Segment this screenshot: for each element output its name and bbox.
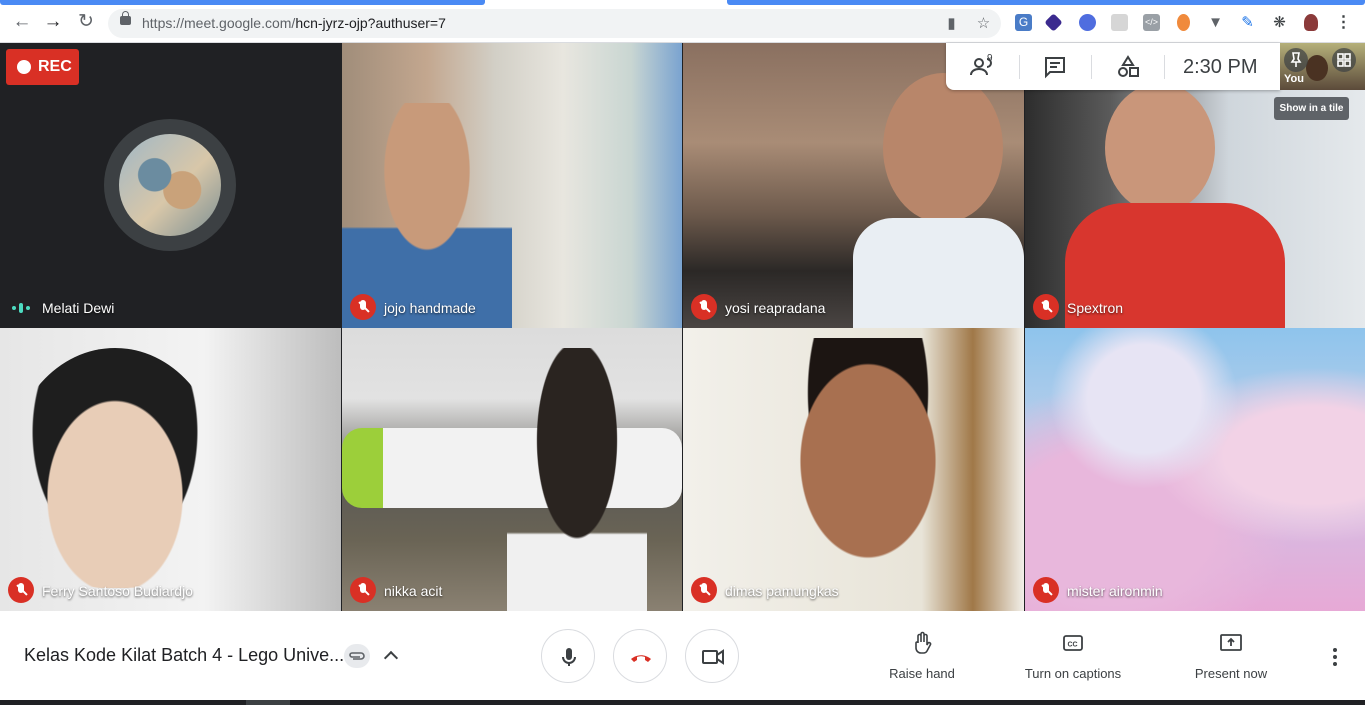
shapes-icon (1118, 55, 1139, 77)
activities-button[interactable] (1115, 55, 1141, 79)
speaking-indicator-icon (12, 303, 32, 313)
address-bar[interactable]: https://meet.google.com/hcn-jyrz-ojp?aut… (108, 9, 1001, 38)
recording-badge: REC (6, 49, 79, 85)
camera-in-use-icon[interactable]: ▮ (943, 15, 960, 32)
self-view-tile[interactable]: You (1280, 43, 1365, 90)
divider (1164, 55, 1165, 79)
url-text: https://meet.google.com/hcn-jyrz-ojp?aut… (142, 15, 446, 31)
captions-button[interactable]: CC Turn on captions (1014, 631, 1132, 681)
paperclip-icon (349, 652, 365, 660)
participant-tile[interactable]: mister aironmin (1025, 328, 1365, 611)
meeting-title[interactable]: Kelas Kode Kilat Batch 4 - Lego Unive... (24, 645, 344, 666)
self-view-feed (1306, 55, 1328, 81)
attachments-button[interactable] (344, 644, 370, 668)
present-label: Present now (1194, 666, 1268, 681)
raise-hand-label: Raise hand (889, 666, 955, 681)
raise-hand-button[interactable]: Raise hand (878, 631, 966, 681)
participant-name: nikka acit (384, 583, 443, 599)
avatar (119, 134, 221, 236)
video-feed (763, 338, 973, 611)
participant-name: dimas pamungkas (725, 583, 839, 599)
leave-call-button[interactable] (613, 629, 667, 683)
self-view-label: You (1284, 73, 1304, 85)
scroll-thumb (246, 700, 290, 705)
lock-icon (120, 11, 131, 25)
pen-extension-icon[interactable]: ✎ (1239, 14, 1256, 31)
participant-tile[interactable]: Ferry Santoso Budiardjo (0, 328, 341, 611)
participant-name: mister aironmin (1067, 583, 1163, 599)
tab-indicator-left (0, 0, 485, 5)
extensions-puzzle-icon[interactable]: ❋ (1271, 14, 1288, 31)
participant-tile[interactable]: nikka acit (342, 328, 682, 611)
tab-indicator-right (727, 0, 1365, 5)
muted-mic-icon (1033, 294, 1059, 320)
captions-label: Turn on captions (1024, 666, 1122, 681)
camera-button[interactable] (685, 629, 739, 683)
chat-button[interactable] (1042, 55, 1068, 79)
show-in-tile-button[interactable] (1332, 48, 1356, 72)
microphone-icon (562, 648, 576, 666)
present-screen-icon (1220, 634, 1242, 651)
chevron-up-icon[interactable] (382, 647, 400, 665)
hang-up-icon (631, 655, 651, 662)
muted-mic-icon (1033, 577, 1059, 603)
avatar-ring (104, 119, 236, 251)
chat-icon (1045, 57, 1065, 79)
bottom-control-bar: Kelas Kode Kilat Batch 4 - Lego Unive...… (0, 611, 1365, 700)
participant-name: Spextron (1067, 300, 1124, 316)
video-camera-icon (702, 649, 724, 665)
forward-icon[interactable]: → (43, 12, 63, 32)
tile-grid-icon (1337, 53, 1351, 67)
meeting-details-panel: 9 2:30 PM (946, 43, 1280, 90)
window-bottom-edge (0, 700, 1365, 705)
participant-name: Ferry Santoso Budiardjo (42, 583, 193, 599)
participant-tile[interactable]: jojo handmade (342, 43, 682, 328)
divider (1091, 55, 1092, 79)
diamond-extension-icon[interactable] (1044, 13, 1063, 32)
video-feed (883, 73, 1003, 223)
bookmark-star-icon[interactable]: ☆ (975, 15, 992, 32)
participant-name: jojo handmade (384, 300, 476, 316)
muted-mic-icon (8, 577, 34, 603)
translate-extension-icon[interactable]: G (1015, 14, 1032, 31)
record-dot-icon (17, 60, 31, 74)
tooltip: Show in a tile (1274, 97, 1349, 120)
ring-extension-icon[interactable] (1079, 14, 1096, 31)
participant-count-badge: 9 (987, 53, 993, 64)
closed-captions-icon: CC (1063, 635, 1083, 651)
muted-mic-icon (350, 294, 376, 320)
participant-tile[interactable]: dimas pamungkas (683, 328, 1024, 611)
browser-menu-icon[interactable]: ⋮ (1335, 14, 1352, 31)
muted-mic-icon (350, 577, 376, 603)
present-now-button[interactable]: Present now (1185, 631, 1277, 681)
video-feed (1105, 83, 1215, 213)
participant-name: Melati Dewi (42, 300, 115, 316)
muted-mic-icon (691, 294, 717, 320)
pin-icon (1290, 52, 1302, 67)
reload-icon[interactable]: ↻ (76, 12, 96, 32)
more-options-icon[interactable] (1326, 645, 1344, 669)
browser-toolbar: ← → ↻ https://meet.google.com/hcn-jyrz-o… (0, 0, 1365, 43)
profile-avatar-icon[interactable] (1304, 14, 1318, 31)
microphone-button[interactable] (541, 629, 595, 683)
video-feed-clothing (853, 218, 1024, 328)
bulb-extension-icon[interactable] (1177, 14, 1190, 31)
svg-text:CC: CC (1068, 642, 1078, 649)
hand-icon (915, 631, 932, 654)
video-feed (507, 348, 647, 611)
pin-button[interactable] (1284, 48, 1308, 72)
grid-extension-icon[interactable] (1111, 14, 1128, 31)
video-feed (10, 348, 220, 588)
participant-tile[interactable]: Melati Dewi (0, 43, 341, 328)
back-icon[interactable]: ← (12, 12, 32, 32)
code-extension-icon[interactable]: </> (1143, 14, 1160, 31)
divider (1019, 55, 1020, 79)
participant-name: yosi reapradana (725, 300, 826, 316)
meeting-clock: 2:30 PM (1183, 56, 1258, 78)
muted-mic-icon (691, 577, 717, 603)
vuejs-extension-icon[interactable]: ▼ (1207, 14, 1224, 31)
